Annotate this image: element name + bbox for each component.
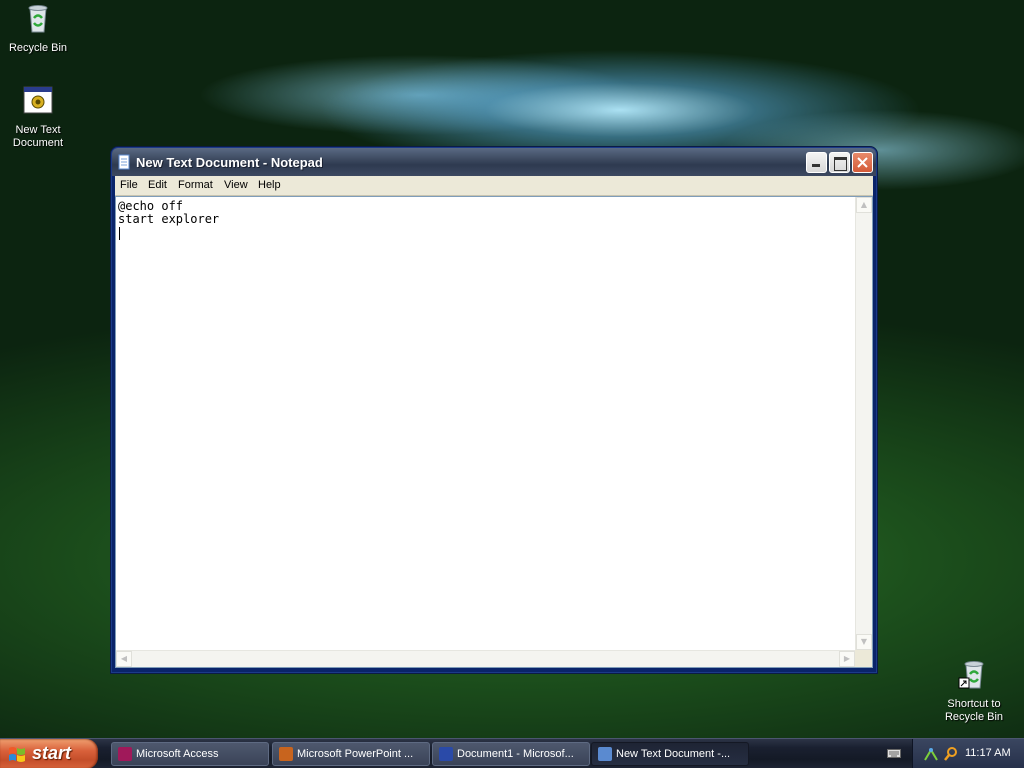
recycle-bin-shortcut-icon (958, 661, 984, 689)
maximize-button[interactable] (829, 152, 850, 173)
windows-flag-icon (9, 747, 25, 762)
desktop-icon-label: New Text Document (12, 124, 64, 149)
menu-file[interactable]: File (120, 179, 138, 191)
system-tray: 11:17 AM (912, 739, 1024, 768)
task-label: Microsoft PowerPoint ... (297, 748, 414, 760)
keyboard-icon[interactable] (887, 747, 901, 759)
batch-file-icon (23, 86, 53, 114)
notepad-window: New Text Document - Notepad File Edit Fo… (111, 147, 877, 673)
text-line: @echo off (118, 199, 184, 213)
powerpoint-icon (279, 747, 293, 761)
access-icon (118, 747, 132, 761)
desktop-icon-recycle-bin[interactable]: Recycle Bin (0, 2, 76, 55)
close-button[interactable] (852, 152, 873, 173)
notepad-icon (598, 747, 612, 761)
menu-help[interactable]: Help (258, 179, 281, 191)
text-editor[interactable]: @echo off start explorer ▲ ▼ ◀ ▶ (115, 196, 873, 668)
word-icon (439, 747, 453, 761)
minimize-button[interactable] (806, 152, 827, 173)
recycle-bin-icon (28, 5, 48, 33)
start-label: start (32, 743, 72, 763)
desktop-icon-label: Shortcut to Recycle Bin (944, 698, 1004, 723)
menu-edit[interactable]: Edit (148, 179, 167, 191)
task-label: Microsoft Access (136, 748, 219, 760)
taskbar-button-powerpoint[interactable]: Microsoft PowerPoint ... (272, 742, 430, 766)
notepad-icon (118, 154, 130, 170)
desktop-icon-label: Recycle Bin (8, 42, 68, 54)
desktop-icon-shortcut-recycle-bin[interactable]: Shortcut to Recycle Bin (936, 658, 1012, 724)
task-label: Document1 - Microsof... (457, 748, 574, 760)
start-button[interactable]: start (0, 739, 98, 768)
menu-bar: File Edit Format View Help (115, 176, 873, 196)
window-title: New Text Document - Notepad (136, 155, 323, 170)
text-caret (119, 227, 120, 240)
taskbar-button-notepad[interactable]: New Text Document -... (591, 742, 749, 766)
menu-format[interactable]: Format (178, 179, 213, 191)
scroll-down-button[interactable]: ▼ (856, 634, 872, 650)
clock[interactable]: 11:17 AM (965, 747, 1011, 759)
taskbar: start Microsoft Access Microsoft PowerPo… (0, 738, 1024, 768)
horizontal-scrollbar[interactable]: ◀ ▶ (116, 650, 855, 667)
vertical-scrollbar[interactable]: ▲ ▼ (855, 197, 872, 650)
scroll-right-button[interactable]: ▶ (839, 651, 855, 667)
text-line: start explorer (118, 212, 220, 226)
network-icon[interactable] (923, 746, 939, 762)
search-icon[interactable] (943, 746, 959, 762)
taskbar-button-word[interactable]: Document1 - Microsof... (432, 742, 590, 766)
scroll-up-button[interactable]: ▲ (856, 197, 872, 213)
task-label: New Text Document -... (616, 748, 731, 760)
desktop-icon-new-text-document[interactable]: New Text Document (0, 84, 76, 150)
close-icon (857, 157, 868, 168)
scroll-left-button[interactable]: ◀ (116, 651, 132, 667)
title-bar[interactable]: New Text Document - Notepad (112, 148, 876, 176)
taskbar-button-access[interactable]: Microsoft Access (111, 742, 269, 766)
scrollbar-corner (855, 650, 872, 667)
menu-view[interactable]: View (224, 179, 248, 191)
